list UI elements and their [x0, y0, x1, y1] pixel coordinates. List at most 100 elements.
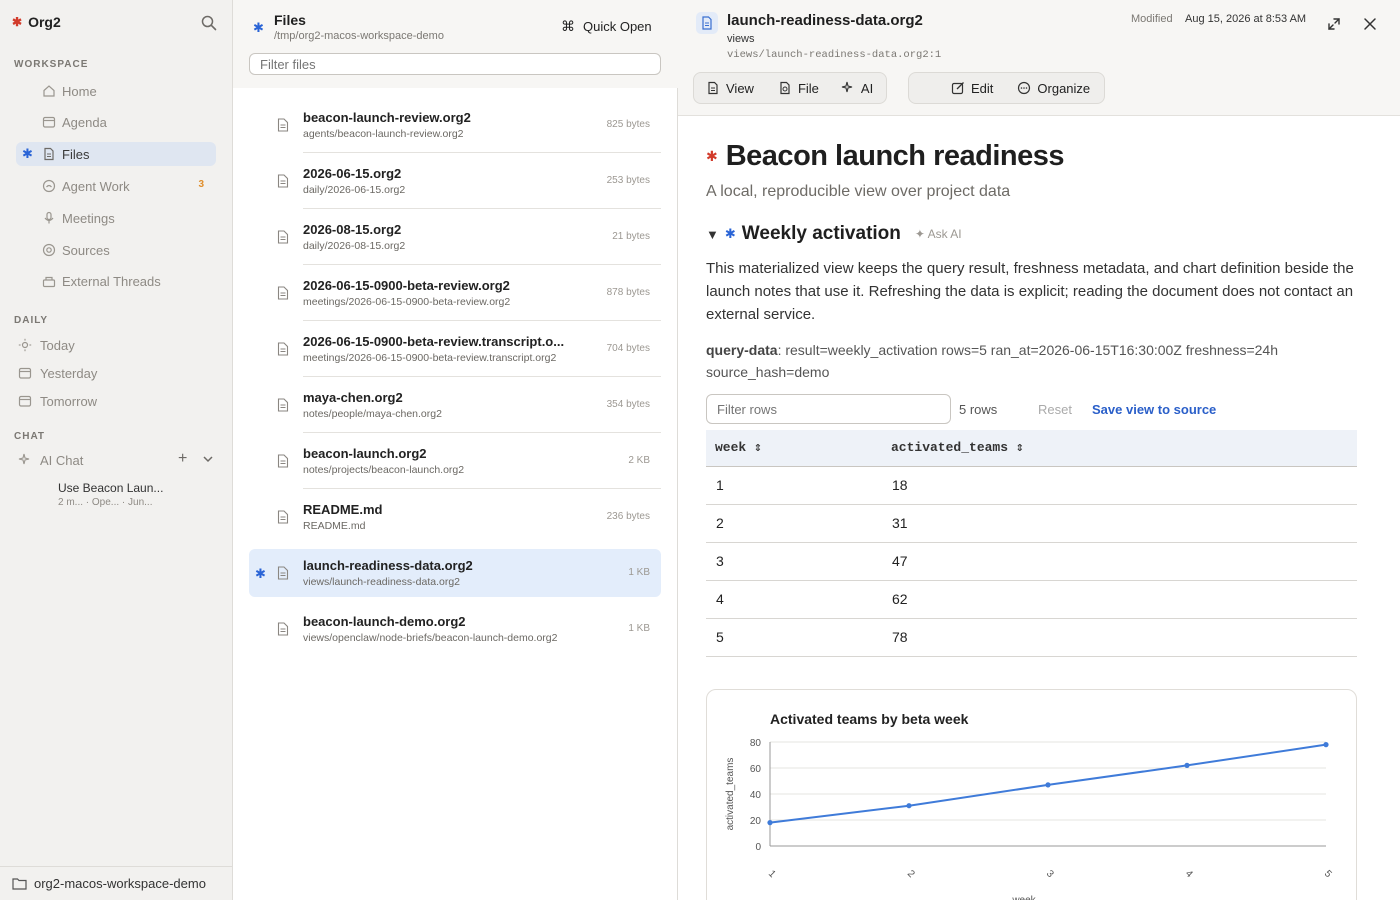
filter-files-input[interactable] — [249, 53, 661, 75]
file-path: notes/projects/beacon-launch.org2 — [303, 464, 465, 476]
file-name: 2026-08-15.org2 — [303, 222, 402, 237]
file-button[interactable]: File — [778, 73, 819, 103]
expand-icon[interactable] — [1326, 16, 1342, 32]
file-icon — [277, 398, 289, 412]
chevron-down-icon[interactable] — [202, 453, 214, 465]
file-row[interactable]: 2026-06-15-0900-beta-review.org2 meetings… — [249, 269, 661, 321]
sun-icon — [18, 338, 32, 352]
document-title-text: Beacon launch readiness — [725, 140, 1065, 172]
add-chat-button[interactable]: + — [178, 450, 187, 468]
sidebar-item-label: AI Chat — [40, 453, 84, 468]
file-icon — [277, 174, 289, 188]
file-icon — [277, 230, 289, 244]
file-name: maya-chen.org2 — [303, 390, 403, 405]
sidebar-item-label: Meetings — [62, 211, 115, 226]
file-row[interactable]: 2026-06-15.org2 daily/2026-06-15.org2 253 … — [249, 157, 661, 209]
file-row[interactable]: ✱ launch-readiness-data.org2 views/launch-… — [249, 549, 661, 597]
sidebar-item-ai-chat[interactable]: AI Chat + — [16, 448, 216, 472]
file-path: README.md — [303, 520, 366, 532]
organize-button[interactable]: Organize — [1017, 73, 1090, 103]
view-toolbar: View File AI — [693, 72, 887, 104]
sidebar-item-label: Today — [40, 338, 75, 353]
sources-icon — [42, 243, 56, 257]
file-path: meetings/2026-06-15-0900-beta-review.tra… — [303, 352, 557, 364]
document-panel: launch-readiness-data.org2 views views/l… — [678, 0, 1400, 900]
threads-icon — [42, 276, 56, 288]
workspace-switcher[interactable]: org2-macos-workspace-demo — [0, 866, 233, 900]
app-title: ✱ Org2 — [12, 14, 61, 30]
sidebar-item-agenda[interactable]: Agenda — [16, 110, 216, 134]
column-header-week[interactable]: week ⇕ — [706, 430, 882, 467]
active-marker-icon: ✱ — [255, 566, 266, 581]
files-marker-icon: ✱ — [253, 20, 264, 35]
quick-open-label: Quick Open — [583, 19, 652, 34]
file-row[interactable]: maya-chen.org2 notes/people/maya-chen.org… — [249, 381, 661, 433]
home-icon — [43, 85, 55, 97]
sidebar-item-meetings[interactable]: Meetings — [16, 206, 216, 230]
file-size: 21 bytes — [612, 231, 650, 242]
save-view-button[interactable]: Save view to source — [1092, 402, 1216, 417]
file-row[interactable]: beacon-launch-review.org2 agents/beacon-l… — [249, 101, 661, 153]
cell-activated-teams: 62 — [882, 580, 1357, 619]
sidebar-item-yesterday[interactable]: Yesterday — [16, 361, 216, 385]
sidebar-item-label: Sources — [62, 243, 110, 258]
search-icon[interactable] — [200, 14, 218, 32]
row-divider — [303, 208, 661, 209]
file-name: beacon-launch-demo.org2 — [303, 614, 466, 629]
ask-ai-button[interactable]: ✦ Ask AI — [915, 227, 962, 241]
document-subtitle: A local, reproducible view over project … — [706, 183, 1011, 200]
view-button[interactable]: View — [706, 73, 754, 103]
edit-button[interactable]: Edit — [951, 73, 993, 103]
document-title: ✱ Beacon launch readiness — [706, 140, 1064, 173]
sidebar-item-label: Tomorrow — [40, 394, 98, 409]
chat-entry[interactable]: Use Beacon Laun... 2 m... · Ope... · Jun… — [58, 481, 208, 508]
sidebar-item-today[interactable]: Today — [16, 333, 216, 357]
sidebar-item-label: Files — [62, 147, 90, 162]
sidebar-item-tomorrow[interactable]: Tomorrow — [16, 389, 216, 413]
document-icon — [708, 81, 718, 95]
sidebar-item-sources[interactable]: Sources — [16, 238, 216, 262]
modified-label: Modified — [1131, 13, 1173, 25]
file-size: 704 bytes — [606, 343, 650, 354]
file-name: beacon-launch-review.org2 — [303, 110, 471, 125]
edit-toolbar: Edit Organize — [908, 72, 1105, 104]
cell-week: 5 — [706, 618, 882, 657]
data-point — [906, 803, 912, 809]
file-row[interactable]: 2026-06-15-0900-beta-review.transcript.o… — [249, 325, 661, 377]
file-size: 1 KB — [628, 623, 650, 634]
chat-entry-title: Use Beacon Laun... — [58, 481, 164, 495]
file-icon — [277, 454, 289, 468]
sidebar-item-home[interactable]: Home — [16, 79, 216, 103]
file-icon — [44, 147, 54, 161]
file-path: meetings/2026-06-15-0900-beta-review.org… — [303, 296, 511, 308]
document-icon — [696, 12, 718, 34]
quick-open-button[interactable]: ⌘ Quick Open — [561, 18, 652, 35]
sidebar-item-label: External Threads — [62, 274, 161, 289]
file-size: 2 KB — [628, 455, 650, 466]
table-row: 1 18 — [706, 466, 1357, 505]
file-row[interactable]: README.md README.md 236 bytes — [249, 493, 661, 541]
app-name: Org2 — [28, 14, 61, 30]
file-icon — [277, 622, 289, 636]
document-header: launch-readiness-data.org2 views views/l… — [678, 0, 1400, 116]
file-row[interactable]: 2026-08-15.org2 daily/2026-08-15.org2 21 b… — [249, 213, 661, 265]
filter-rows-input[interactable] — [706, 394, 951, 424]
data-point — [767, 820, 773, 826]
files-panel: ✱ Files /tmp/org2-macos-workspace-demo ⌘… — [233, 0, 678, 900]
ai-button[interactable]: AI — [841, 73, 873, 103]
file-row[interactable]: beacon-launch-demo.org2 views/openclaw/no… — [249, 605, 661, 653]
document-location: views/launch-readiness-data.org2:1 — [727, 49, 942, 61]
section-paragraph: This materialized view keeps the query r… — [706, 260, 1354, 323]
close-icon[interactable] — [1362, 16, 1378, 32]
collapse-triangle-icon[interactable]: ▼ — [706, 227, 719, 242]
sidebar-item-agent-work[interactable]: Agent Work 3 — [16, 174, 216, 198]
sparkle-icon — [841, 81, 853, 93]
file-row[interactable]: beacon-launch.org2 notes/projects/beacon-… — [249, 437, 661, 489]
y-axis-label: activated_teams — [725, 758, 736, 831]
reset-button[interactable]: Reset — [1038, 402, 1072, 417]
column-header-activated-teams[interactable]: activated_teams ⇕ — [882, 430, 1357, 467]
sidebar-item-external-threads[interactable]: External Threads — [16, 269, 216, 293]
edit-icon — [951, 82, 964, 95]
file-icon — [277, 118, 289, 132]
sidebar-item-files[interactable]: ✱ Files — [16, 142, 216, 166]
